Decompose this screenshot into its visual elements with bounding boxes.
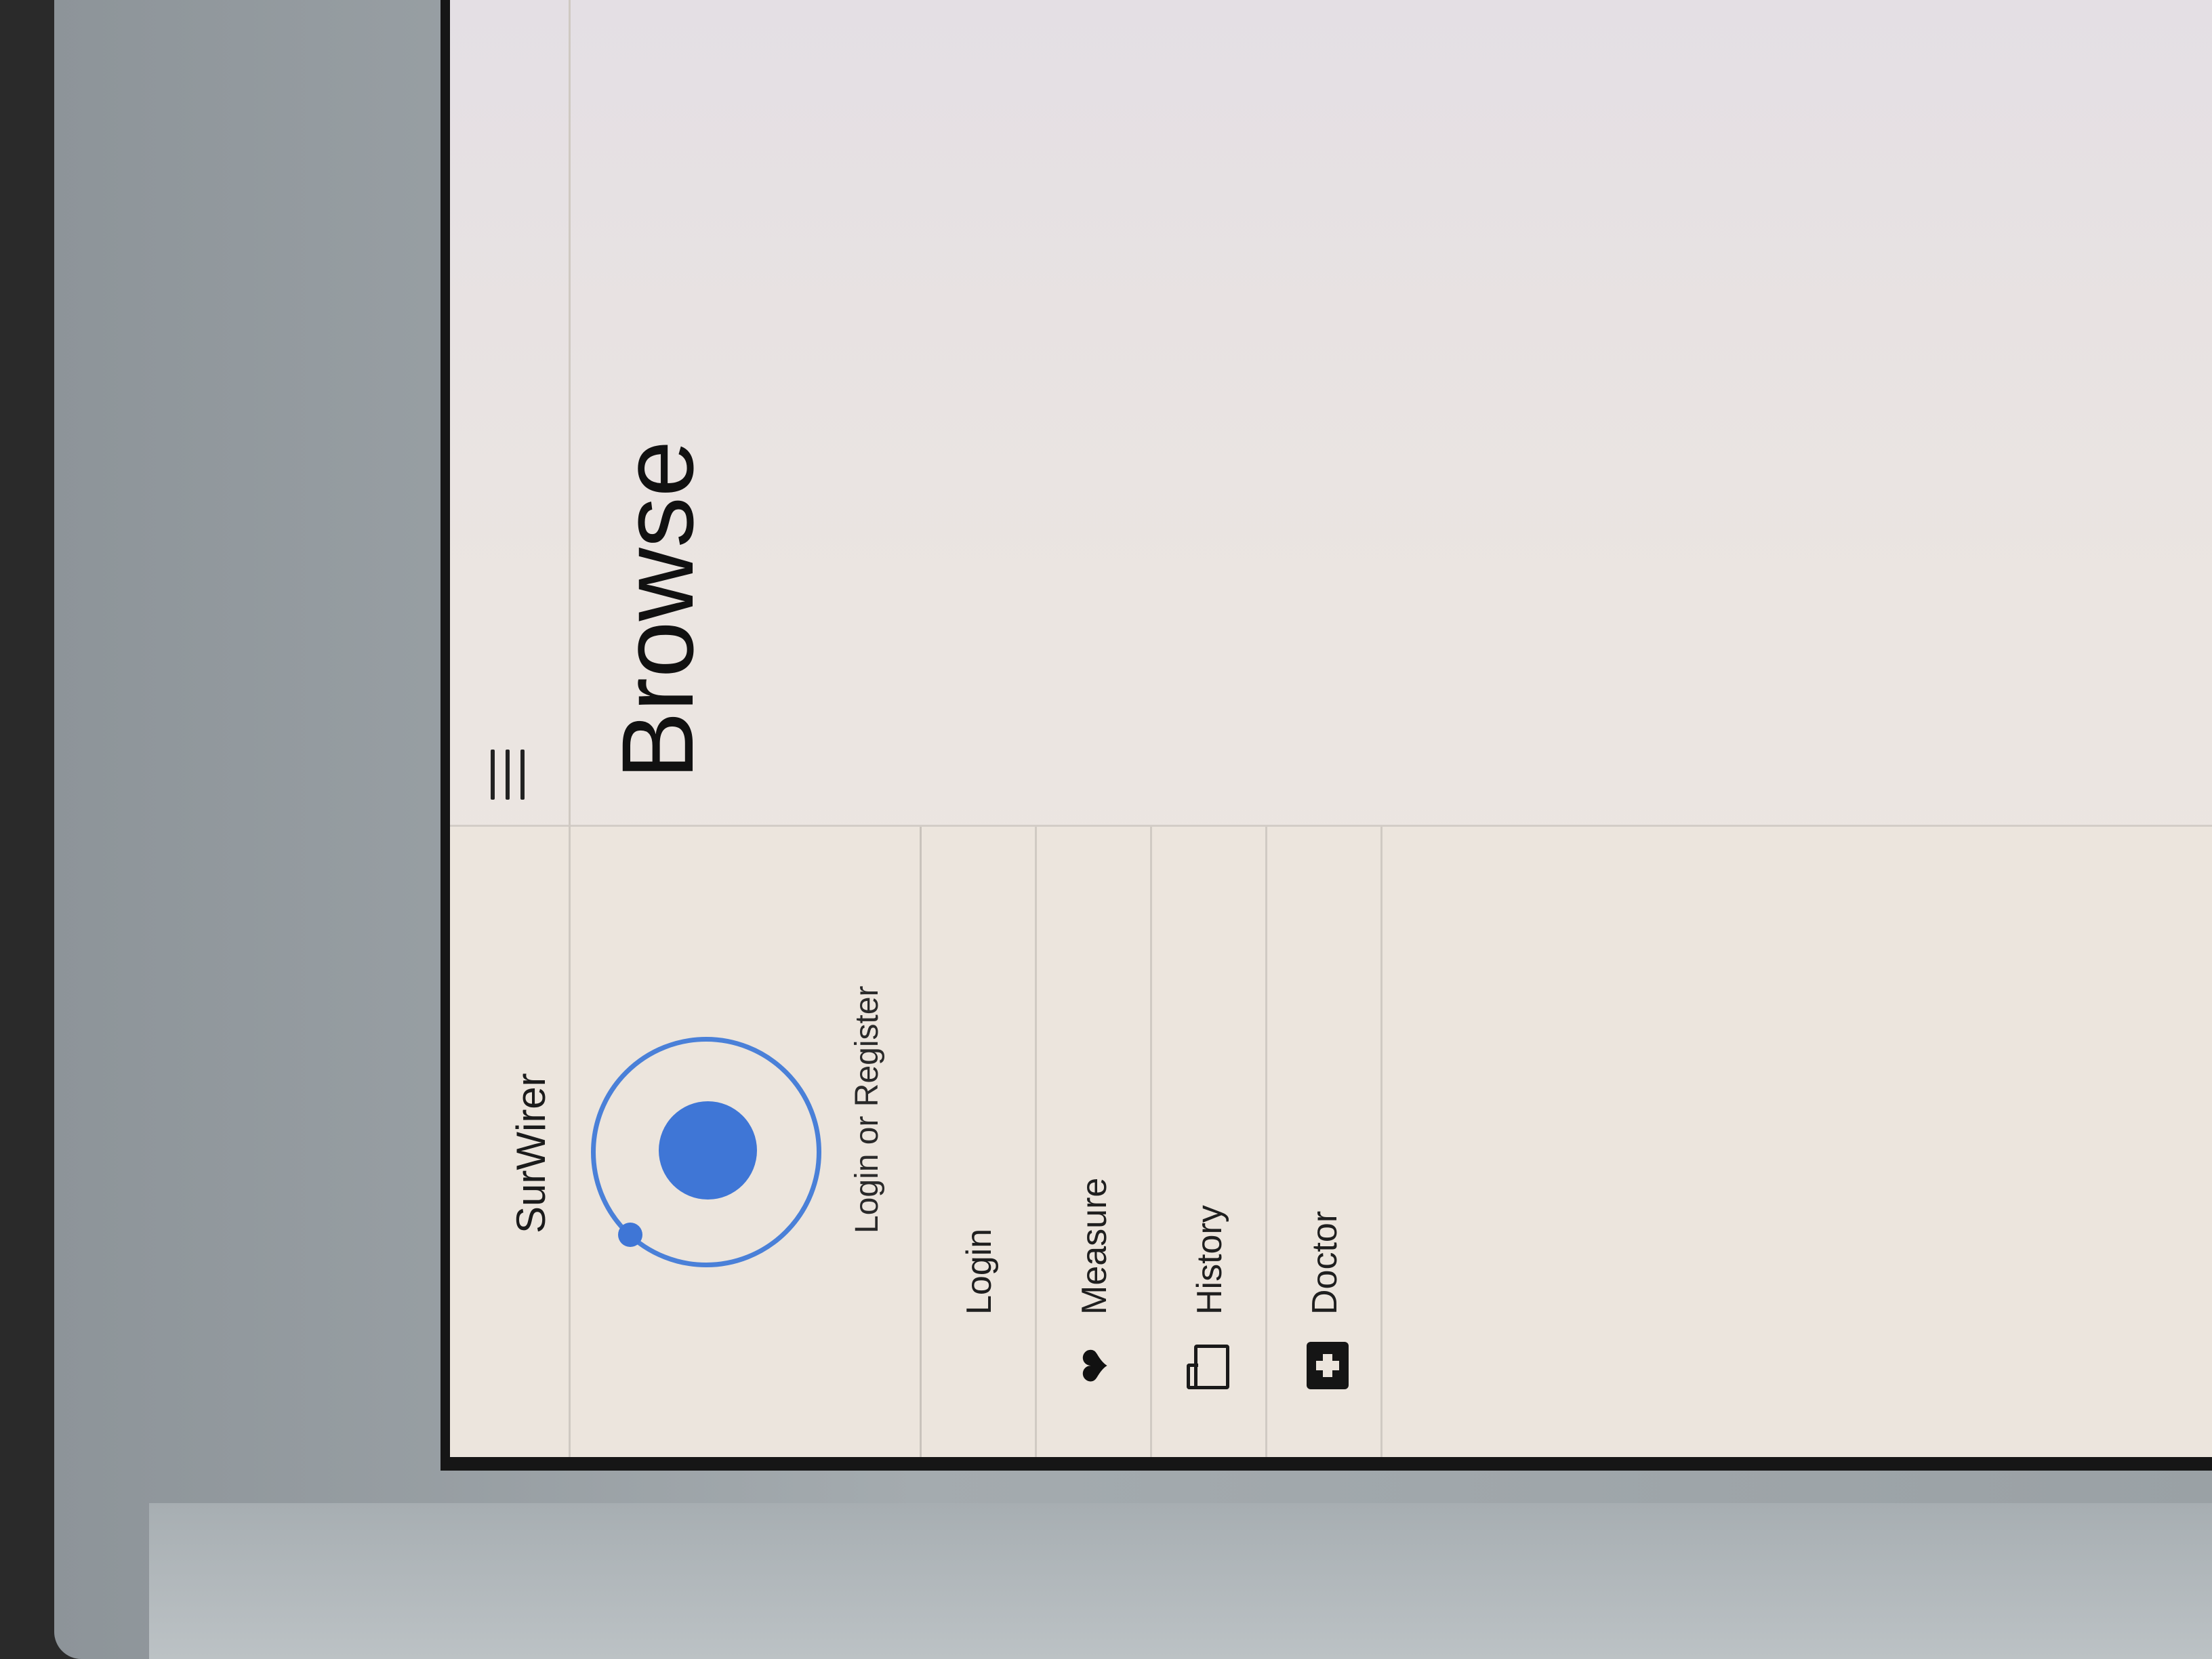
medkit-icon xyxy=(1307,1342,1349,1389)
menu-item-label: Login xyxy=(960,1228,999,1315)
page-title: Browse xyxy=(600,440,714,779)
folder-icon xyxy=(1194,1345,1229,1389)
menu-item-measure[interactable]: ❤ Measure xyxy=(1037,827,1152,1457)
menu-item-label: History xyxy=(1190,1205,1229,1315)
monitor-bezel-bottom xyxy=(149,1503,2212,1659)
login-or-register-link[interactable]: Login or Register xyxy=(848,985,886,1233)
toolbar xyxy=(450,0,571,827)
menu-item-history[interactable]: History xyxy=(1152,827,1267,1457)
app-window: SurWirer Login or Register Login ❤ Measu… xyxy=(450,0,2212,1457)
menu-item-label: Doctor xyxy=(1305,1210,1345,1315)
screen: SurWirer Login or Register Login ❤ Measu… xyxy=(441,0,2212,1471)
side-menu: SurWirer Login or Register Login ❤ Measu… xyxy=(450,825,2212,1457)
menu-title: SurWirer xyxy=(508,1073,554,1233)
profile-section[interactable]: Login or Register xyxy=(571,827,922,1457)
menu-header: SurWirer xyxy=(450,827,571,1457)
menu-item-doctor[interactable]: Doctor xyxy=(1267,827,1382,1457)
app-logo-dot xyxy=(618,1223,642,1247)
app-logo-core xyxy=(659,1101,757,1200)
hamburger-icon[interactable] xyxy=(491,750,531,800)
menu-item-label: Measure xyxy=(1075,1177,1114,1315)
menu-item-login[interactable]: Login xyxy=(922,827,1037,1457)
heart-icon: ❤ xyxy=(1071,1347,1120,1384)
